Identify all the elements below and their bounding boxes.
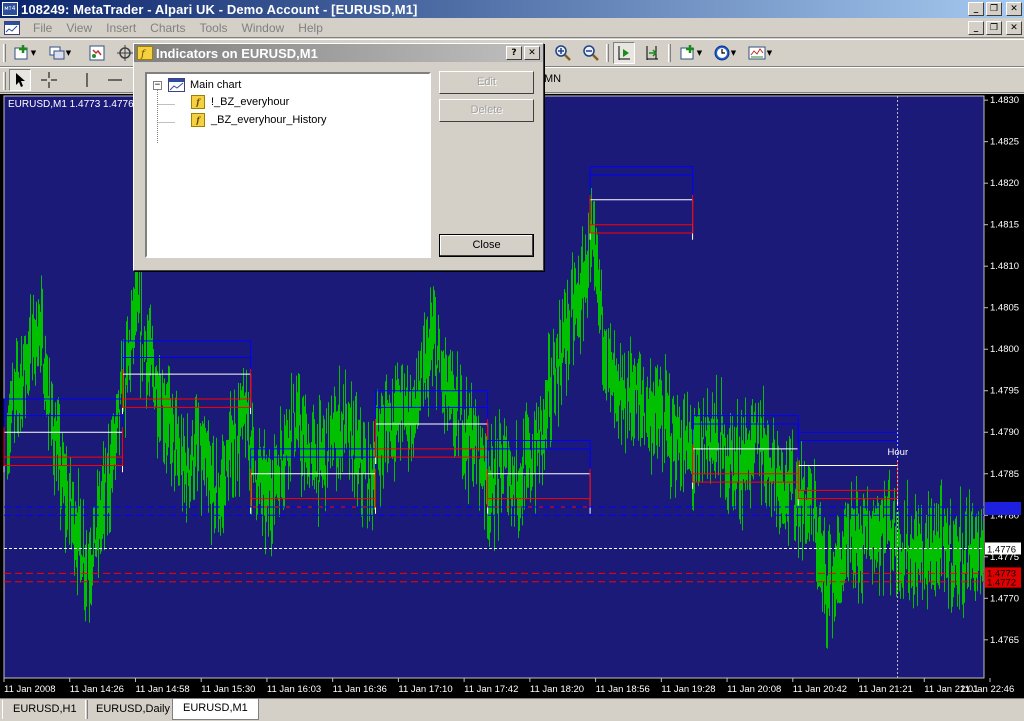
- x-tick-label: 11 Jan 19:28: [661, 684, 715, 695]
- child-minimize-button[interactable]: _: [968, 21, 984, 35]
- y-tick-label: 1.4790: [990, 427, 1019, 438]
- market-watch-icon[interactable]: [86, 42, 108, 64]
- x-tick-label: 11 Jan 18:20: [530, 684, 584, 695]
- custom-indicator-icon: f: [191, 113, 205, 127]
- close-window-button[interactable]: ✕: [1006, 2, 1022, 16]
- x-tick-label: 11 Jan 17:42: [464, 684, 518, 695]
- metatrader-app-icon[interactable]: мт4: [2, 2, 18, 16]
- x-tick-label: 11 Jan 20:42: [793, 684, 847, 695]
- tree-item-label: !_BZ_everyhour: [211, 96, 290, 108]
- indicator-dialog-icon: f: [137, 46, 153, 60]
- x-tick-label: 11 Jan 16:36: [333, 684, 387, 695]
- x-tick-label: 11 Jan 15:30: [201, 684, 255, 695]
- hour-indicator-label: Hour: [888, 447, 909, 458]
- menu-insert[interactable]: Insert: [99, 21, 143, 35]
- cursor-icon[interactable]: [9, 69, 31, 91]
- horizontal-line-icon[interactable]: [104, 69, 126, 91]
- menu-window[interactable]: Window: [235, 21, 292, 35]
- indicator-tree[interactable]: − Main chart f !_BZ_everyhour f _BZ_ever…: [145, 72, 431, 258]
- x-tick-label: 11 Jan 14:58: [135, 684, 189, 695]
- zoom-in-icon[interactable]: [552, 42, 574, 64]
- tree-root-label: Main chart: [190, 79, 242, 91]
- tree-item-everyhour[interactable]: f !_BZ_everyhour: [191, 95, 289, 109]
- tree-item-everyhour-history[interactable]: f _BZ_everyhour_History: [191, 113, 327, 127]
- menu-file[interactable]: File: [26, 21, 59, 35]
- templates-icon[interactable]: ▼: [744, 42, 776, 64]
- y-tick-label: 1.4805: [990, 303, 1019, 314]
- y-tick-label: 1.4795: [990, 386, 1019, 397]
- x-tick-label: 11 Jan 16:03: [267, 684, 321, 695]
- y-tick-label: 1.4785: [990, 469, 1019, 480]
- x-tick-label: 11 Jan 20:08: [727, 684, 781, 695]
- y-tick-label: 1.4815: [990, 220, 1019, 231]
- chart-tabs: EURUSD,H1 EURUSD,Daily EURUSD,M1: [0, 698, 1024, 721]
- dialog-title: Indicators on EURUSD,M1: [156, 45, 318, 61]
- dialog-title-bar[interactable]: f Indicators on EURUSD,M1 ? ✕: [134, 44, 543, 62]
- tab-eurusd-h1[interactable]: EURUSD,H1: [2, 700, 88, 719]
- toolbar-separator: [668, 44, 671, 62]
- toolbar-grip[interactable]: [3, 44, 6, 62]
- delete-button[interactable]: Delete: [439, 99, 534, 122]
- periods-clock-icon[interactable]: ▼: [710, 42, 740, 64]
- dialog-close-button[interactable]: ✕: [524, 46, 540, 60]
- close-button[interactable]: Close: [439, 234, 534, 257]
- new-chart-icon[interactable]: ▼: [10, 42, 40, 64]
- x-tick-label: 11 Jan 14:26: [70, 684, 124, 695]
- menu-tools[interactable]: Tools: [193, 21, 235, 35]
- metatrader-window: мт4 108249: MetaTrader - Alpari UK - Dem…: [0, 0, 1024, 721]
- red-price-label-2: 1.4772: [987, 578, 1016, 589]
- custom-indicator-icon: f: [191, 95, 205, 109]
- main-chart-icon: [168, 78, 185, 92]
- chart-symbol-header: EURUSD,M1 1.4773 1.4776: [8, 99, 134, 110]
- y-tick-label: 1.4830: [990, 95, 1019, 106]
- help-button[interactable]: ?: [506, 46, 522, 60]
- bid-price-label: 1.4776: [987, 544, 1016, 555]
- tree-item-label: _BZ_everyhour_History: [211, 114, 327, 126]
- toolbar-grip[interactable]: [3, 72, 6, 90]
- y-tick-label: 1.4800: [990, 344, 1019, 355]
- vertical-line-icon[interactable]: [76, 69, 98, 91]
- child-restore-button[interactable]: ❐: [986, 21, 1002, 35]
- edit-button[interactable]: Edit: [439, 71, 534, 94]
- window-title: 108249: MetaTrader - Alpari UK - Demo Ac…: [21, 1, 418, 17]
- y-tick-label: 1.4810: [990, 261, 1019, 272]
- x-tick-label: 11 Jan 22:46: [960, 684, 1014, 695]
- child-close-button[interactable]: ✕: [1006, 21, 1022, 35]
- indicators-dialog: f Indicators on EURUSD,M1 ? ✕ − Main cha…: [133, 43, 544, 271]
- menu-help[interactable]: Help: [291, 21, 330, 35]
- toolbar-separator: [606, 44, 609, 62]
- profiles-icon[interactable]: ▼: [45, 42, 75, 64]
- crosshair-icon[interactable]: [38, 69, 60, 91]
- menu-bar: File View Insert Charts Tools Window Hel…: [0, 18, 1024, 38]
- menu-view[interactable]: View: [59, 21, 99, 35]
- chart-document-icon[interactable]: [4, 20, 20, 35]
- tab-eurusd-daily[interactable]: EURUSD,Daily: [85, 700, 181, 719]
- minimize-button[interactable]: _: [968, 2, 984, 16]
- x-tick-label: 11 Jan 2008: [4, 684, 56, 695]
- menu-charts[interactable]: Charts: [143, 21, 192, 35]
- indicators-list-icon[interactable]: ▼: [676, 42, 706, 64]
- tab-eurusd-m1[interactable]: EURUSD,M1: [172, 699, 259, 720]
- y-tick-label: 1.4770: [990, 593, 1019, 604]
- restore-button[interactable]: ❐: [986, 2, 1002, 16]
- x-tick-label: 11 Jan 18:56: [596, 684, 650, 695]
- y-tick-label: 1.4820: [990, 178, 1019, 189]
- x-tick-label: 11 Jan 21:21: [859, 684, 913, 695]
- chart-shift-icon[interactable]: [641, 42, 663, 64]
- y-tick-label: 1.4825: [990, 137, 1019, 148]
- zoom-out-icon[interactable]: [580, 42, 602, 64]
- tree-root-main-chart[interactable]: − Main chart: [153, 77, 241, 93]
- auto-scroll-icon[interactable]: [613, 42, 635, 64]
- blue-price-tag: [985, 501, 1021, 515]
- y-tick-label: 1.4765: [990, 635, 1019, 646]
- title-bar[interactable]: мт4 108249: MetaTrader - Alpari UK - Dem…: [0, 0, 1024, 18]
- period-mn-button[interactable]: MN: [544, 73, 561, 85]
- x-tick-label: 11 Jan 17:10: [398, 684, 452, 695]
- collapse-icon[interactable]: −: [153, 80, 162, 90]
